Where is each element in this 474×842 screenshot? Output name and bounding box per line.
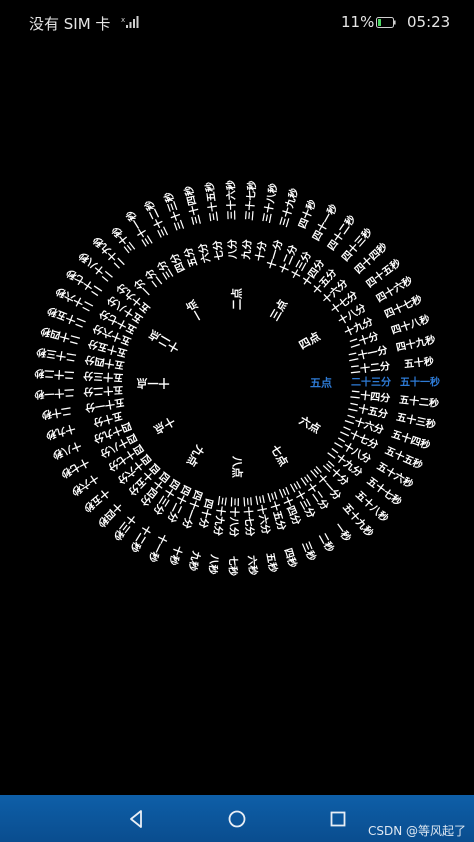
minute-ring: 一分二分三分四分五分六分 七分 八分 九分 十分十一分十二分十三分十四分十五分十六分十七… [83, 238, 391, 537]
svg-text:x: x [121, 16, 125, 24]
second-ring-label: 五秒 [264, 552, 280, 574]
signal-icon: x [121, 16, 139, 28]
status-time: 05:23 [407, 13, 451, 31]
hour-ring-label: 一点 [183, 298, 206, 324]
minute-ring-label: 三十八分 [227, 497, 241, 537]
second-ring-label: 三秒 [299, 539, 319, 562]
back-icon[interactable] [122, 805, 150, 833]
second-ring-label: 四十九秒 [395, 333, 437, 354]
minute-ring-label: 五十三分 [83, 369, 124, 384]
second-ring-current: 五十一秒 [400, 376, 440, 389]
carrier-label: 没有 SIM 卡 [29, 15, 111, 33]
clock-dial: 一点 二点 三点四点五点六点七点八点九点十点 十一点 十二点一分二分三分四分五分六分 七分… [34, 180, 440, 576]
hour-ring-label: 十一点 [137, 377, 170, 391]
second-ring-label: 四秒 [282, 546, 300, 569]
second-ring-label: 四十秒 [295, 198, 319, 231]
second-ring-label: 十九秒 [44, 422, 76, 442]
second-ring-label: 七秒 [226, 556, 240, 576]
hour-ring-current: 五点 [310, 376, 332, 390]
battery-icon [376, 17, 396, 28]
second-ring-label: 三十九秒 [277, 186, 301, 228]
second-ring-label: 十一秒 [145, 532, 170, 565]
minute-ring-label: 七分 [210, 240, 226, 262]
hour-ring-label: 七点 [268, 442, 291, 468]
hour-ring: 一点 二点 三点四点五点六点七点八点九点十点 十一点 十二点 [137, 288, 333, 478]
second-ring-label: 二十二秒 [34, 367, 75, 382]
recents-icon[interactable] [324, 805, 352, 833]
second-ring-label: 二秒 [316, 531, 337, 555]
second-ring-label: 三十八秒 [260, 182, 280, 224]
hour-ring-label: 四点 [296, 329, 322, 352]
second-ring-label: 二十四秒 [39, 324, 81, 347]
second-ring-label: 五十秒 [403, 354, 434, 370]
second-ring-label: 五十三秒 [395, 410, 437, 431]
hour-ring-label: 六点 [297, 413, 323, 436]
second-ring-label: 三十五秒 [203, 181, 221, 222]
watermark-label: CSDN @等风起了 [367, 824, 466, 838]
hour-ring-label: 三点 [267, 297, 290, 323]
hour-ring-label: 十点 [152, 414, 178, 437]
second-ring-label: 八秒 [206, 553, 222, 576]
minute-ring-label: 九分 [239, 239, 254, 261]
second-ring-label: 十秒 [166, 544, 185, 567]
status-bar: 没有 SIM 卡 x 11% 05:23 [0, 0, 474, 44]
second-ring-label: 二十一秒 [34, 386, 75, 401]
navigation-bar: CSDN @等风起了 [0, 795, 474, 842]
second-ring-label: 五十二秒 [399, 393, 440, 410]
minute-ring-current: 二十三分 [351, 376, 391, 389]
second-ring-label: 二十秒 [41, 404, 73, 422]
second-ring-label: 三十七秒 [243, 180, 259, 221]
second-ring-label: 二十三秒 [35, 345, 77, 364]
minute-ring-label: 五十二分 [83, 384, 124, 399]
minute-ring-label: 十分 [253, 240, 269, 262]
hour-ring-label: 九点 [184, 442, 208, 469]
second-ring-label: 十八秒 [51, 439, 84, 462]
hour-ring-label: 二点 [230, 288, 244, 310]
second-ring-label: 九秒 [186, 549, 204, 572]
second-ring-label: 一秒 [332, 520, 354, 544]
hour-ring-label: 八点 [231, 455, 245, 478]
second-ring-label: 三十六秒 [224, 180, 238, 220]
minute-ring-label: 八分 [226, 239, 240, 260]
second-ring-label: 六秒 [245, 555, 260, 576]
battery-percent: 11% [341, 13, 375, 31]
second-ring-label: 三十四秒 [182, 184, 204, 226]
hour-ring-label: 十二点 [146, 327, 182, 356]
home-icon[interactable] [223, 805, 251, 833]
